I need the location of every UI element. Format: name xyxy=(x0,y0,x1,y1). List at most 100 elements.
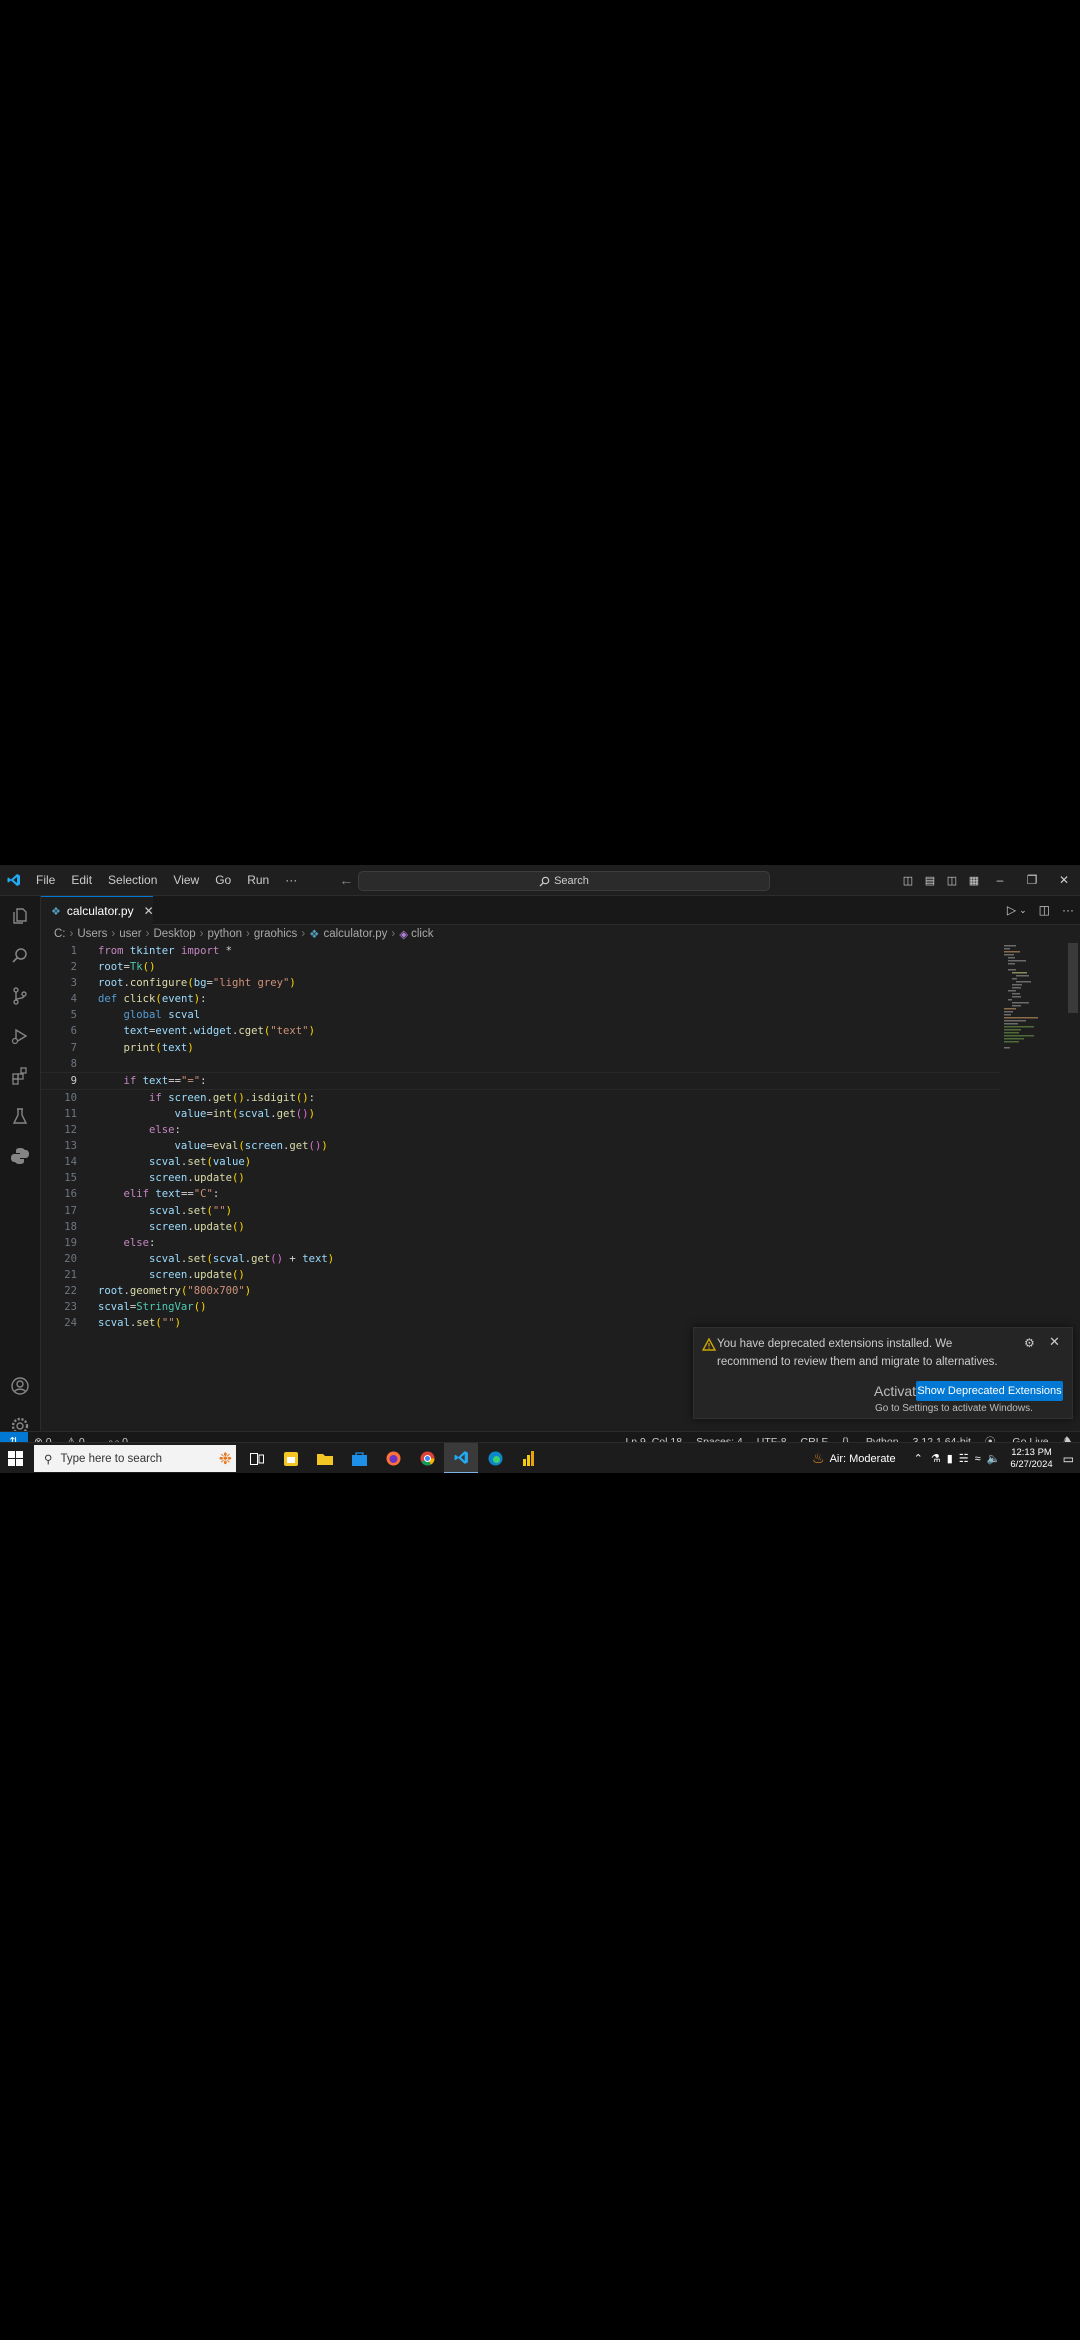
customize-layout-icon[interactable]: ▦ xyxy=(963,874,985,887)
weather-status[interactable]: Air: Moderate xyxy=(830,1453,896,1465)
run-debug-icon[interactable] xyxy=(0,1016,40,1056)
breadcrumb: C: › Users › user › Desktop › python › graohi… xyxy=(54,928,434,941)
editor-scrollbar[interactable] xyxy=(1068,943,1078,1013)
source-control-icon[interactable] xyxy=(0,976,40,1016)
notification-center-icon[interactable]: ▭ xyxy=(1063,1452,1074,1466)
menu-selection[interactable]: Selection xyxy=(100,865,165,895)
accounts-icon[interactable] xyxy=(0,1366,40,1406)
task-view-icon[interactable] xyxy=(240,1443,274,1473)
restore-icon[interactable]: ❐ xyxy=(1016,873,1048,887)
tab-calculator-py[interactable]: ❖ calculator.py ✕ xyxy=(41,896,154,925)
menu-edit[interactable]: Edit xyxy=(63,865,100,895)
code-line[interactable]: 20 scval.set(scval.get() + text) xyxy=(41,1251,1001,1267)
menu-go[interactable]: Go xyxy=(207,865,239,895)
code-line[interactable]: 12 else: xyxy=(41,1122,1001,1138)
code-line[interactable]: 3 root.configure(bg="light grey") xyxy=(41,975,1001,991)
toggle-sidebar-icon[interactable]: ◫ xyxy=(897,874,919,887)
code-line[interactable]: 18 screen.update() xyxy=(41,1219,1001,1235)
notification-close-icon[interactable]: ✕ xyxy=(1049,1334,1060,1350)
windows-start-icon[interactable] xyxy=(8,1451,23,1466)
volume-icon[interactable]: 🔈 xyxy=(987,1452,1001,1465)
code-text: screen.update() xyxy=(149,1220,245,1233)
activity-bar xyxy=(0,896,41,1453)
more-actions-icon[interactable]: ··· xyxy=(1062,903,1074,917)
menu-run[interactable]: Run xyxy=(239,865,277,895)
taskbar-search-box[interactable]: ⚲ Type here to search ❉ xyxy=(34,1445,236,1472)
code-line[interactable]: 13 value=eval(screen.get()) xyxy=(41,1138,1001,1154)
show-deprecated-extensions-button[interactable]: Show Deprecated Extensions xyxy=(916,1381,1063,1401)
code-line[interactable]: 1 from tkinter import * xyxy=(41,943,1001,959)
minimize-icon[interactable]: – xyxy=(984,873,1016,887)
back-arrow-icon[interactable]: ← xyxy=(333,872,359,888)
code-line[interactable]: 22 root.geometry("800x700") xyxy=(41,1283,1001,1299)
clock-time: 12:13 PM xyxy=(1011,1446,1052,1458)
taskbar-search-placeholder: Type here to search xyxy=(60,1452,163,1465)
code-line[interactable]: 10 if screen.get().isdigit(): xyxy=(41,1090,1001,1106)
breadcrumb-drive[interactable]: C: xyxy=(54,928,66,940)
breadcrumb-python[interactable]: python xyxy=(207,928,242,940)
menu-view[interactable]: View xyxy=(165,865,207,895)
power-bi-icon[interactable] xyxy=(512,1443,546,1473)
breadcrumb-desktop[interactable]: Desktop xyxy=(153,928,195,940)
extensions-icon[interactable] xyxy=(0,1056,40,1096)
breadcrumb-symbol[interactable]: click xyxy=(411,928,433,940)
minimap[interactable] xyxy=(1002,943,1072,1053)
system-clock[interactable]: 12:13 PM 6/27/2024 xyxy=(1010,1447,1052,1471)
breadcrumb-graohics[interactable]: graohics xyxy=(254,928,297,940)
run-dropdown-chevron-icon[interactable]: ⌄ xyxy=(1019,905,1027,916)
vscode-taskbar-icon[interactable] xyxy=(444,1443,478,1473)
edge-icon[interactable] xyxy=(478,1443,512,1473)
toggle-secondary-sidebar-icon[interactable]: ◫ xyxy=(941,874,963,887)
code-text: root.configure(bg="light grey") xyxy=(98,977,296,990)
breadcrumb-user[interactable]: user xyxy=(119,928,141,940)
code-line[interactable]: 23 scval=StringVar() xyxy=(41,1299,1001,1315)
tray-overflow-chevron-icon[interactable]: ⌃ xyxy=(914,1452,923,1465)
menu-file[interactable]: File xyxy=(28,865,63,895)
command-search-box[interactable]: Search xyxy=(358,871,770,891)
code-line[interactable]: 8 xyxy=(41,1056,1001,1072)
code-line[interactable]: 21 screen.update() xyxy=(41,1267,1001,1283)
code-line[interactable]: 11 value=int(scval.get()) xyxy=(41,1106,1001,1122)
code-line[interactable]: 2 root=Tk() xyxy=(41,959,1001,975)
python-icon[interactable] xyxy=(0,1136,40,1176)
split-editor-icon[interactable]: ◫ xyxy=(1039,903,1050,917)
tray-app-icon[interactable]: ⚗ xyxy=(931,1452,941,1465)
breadcrumb-users[interactable]: Users xyxy=(77,928,107,940)
code-line[interactable]: 6 text=event.widget.cget("text") xyxy=(41,1023,1001,1039)
windows-taskbar: ⚲ Type here to search ❉ ♨ Air: Moderate … xyxy=(0,1442,1080,1473)
code-line[interactable]: 15 screen.update() xyxy=(41,1170,1001,1186)
code-line[interactable]: 7 print(text) xyxy=(41,1040,1001,1056)
battery-icon[interactable]: ▮ xyxy=(947,1452,953,1465)
firefox-icon[interactable] xyxy=(376,1443,410,1473)
notification-settings-gear-icon[interactable]: ⚙ xyxy=(1024,1336,1035,1350)
network-icon[interactable]: ☵ xyxy=(959,1452,969,1465)
code-line[interactable]: 9 if text=="=": xyxy=(41,1071,1001,1090)
menu-more[interactable]: ··· xyxy=(277,865,305,895)
calendar-app-icon[interactable] xyxy=(274,1443,308,1473)
code-line[interactable]: 4 def click(event): xyxy=(41,991,1001,1007)
code-line[interactable]: 17 scval.set("") xyxy=(41,1203,1001,1219)
wifi-icon[interactable]: ≈ xyxy=(975,1453,981,1465)
search-view-icon[interactable] xyxy=(0,936,40,976)
toggle-panel-icon[interactable]: ▤ xyxy=(919,874,941,887)
deprecated-extensions-notification: You have deprecated extensions installed… xyxy=(693,1327,1073,1419)
close-window-icon[interactable]: ✕ xyxy=(1048,873,1080,887)
testing-flask-icon[interactable] xyxy=(0,1096,40,1136)
file-explorer-icon[interactable] xyxy=(308,1443,342,1473)
code-text: root=Tk() xyxy=(98,961,156,974)
code-text: screen.update() xyxy=(149,1268,245,1281)
line-number: 3 xyxy=(70,977,77,990)
close-tab-icon[interactable]: ✕ xyxy=(144,904,154,918)
microsoft-store-icon[interactable] xyxy=(342,1443,376,1473)
run-python-file-icon[interactable]: ▷ xyxy=(1007,903,1016,917)
breadcrumb-file[interactable]: calculator.py xyxy=(323,928,387,940)
line-number: 14 xyxy=(64,1156,77,1169)
code-line[interactable]: 19 else: xyxy=(41,1235,1001,1251)
explorer-icon[interactable] xyxy=(0,896,40,936)
code-line[interactable]: 16 elif text=="C": xyxy=(41,1186,1001,1202)
code-line[interactable]: 5 global scval xyxy=(41,1007,1001,1023)
code-line[interactable]: 14 scval.set(value) xyxy=(41,1154,1001,1170)
chrome-icon[interactable] xyxy=(410,1443,444,1473)
code-editor[interactable]: 1 from tkinter import * 2 root=Tk() 3 root.co… xyxy=(41,943,1001,1333)
code-text: screen.update() xyxy=(149,1172,245,1185)
